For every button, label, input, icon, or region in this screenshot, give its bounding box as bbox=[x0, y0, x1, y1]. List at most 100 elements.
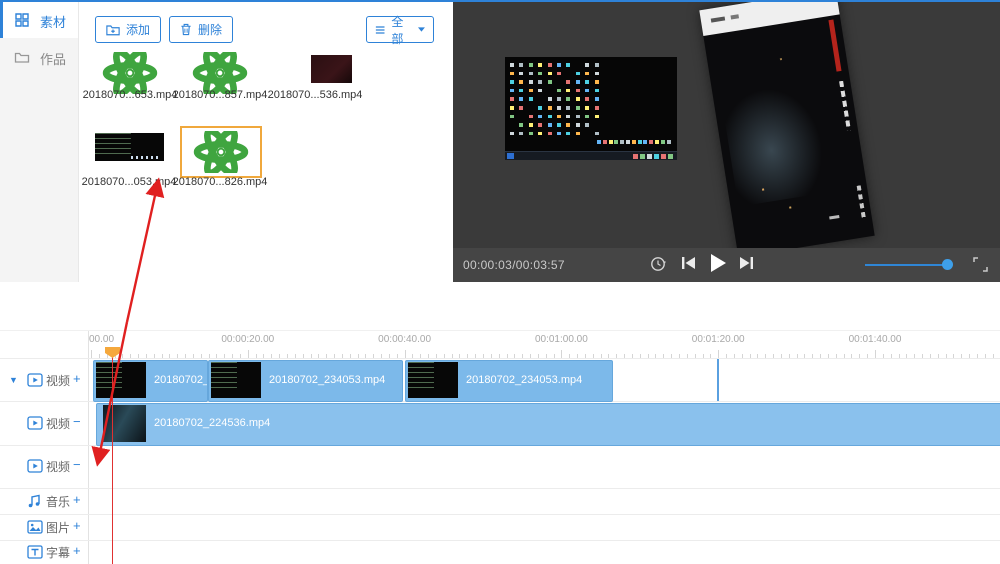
desktop-icon bbox=[547, 114, 552, 119]
track-header-divider bbox=[88, 331, 89, 564]
tray-icon bbox=[668, 153, 673, 159]
ruler-label: 00:01:20.00 bbox=[691, 334, 745, 345]
volume-slider-knob[interactable] bbox=[942, 259, 953, 270]
desktop-icon bbox=[585, 63, 590, 67]
add-track-icon[interactable]: + bbox=[73, 492, 81, 507]
desktop-icon bbox=[594, 106, 599, 110]
timeline-clip[interactable]: 20180702_234053.mp4 bbox=[208, 360, 403, 402]
ruler-label: 00.00 bbox=[89, 334, 115, 345]
add-track-icon[interactable]: + bbox=[73, 543, 81, 558]
trash-icon bbox=[181, 23, 191, 36]
preview-clip-rotated-frame[interactable] bbox=[699, 2, 875, 248]
desktop-icon bbox=[547, 80, 552, 84]
clip-thumbnail bbox=[103, 405, 146, 442]
ruler-label: 00:01:40.00 bbox=[848, 334, 902, 345]
desktop-icon bbox=[510, 88, 514, 93]
desktop-icon bbox=[566, 106, 571, 110]
clip-name: 20180702_224536.mp4 bbox=[154, 417, 271, 429]
desktop-icon bbox=[557, 97, 561, 101]
desktop-icon bbox=[557, 114, 561, 119]
desktop-icon bbox=[510, 114, 514, 119]
desktop-icon bbox=[528, 131, 533, 136]
desktop-icon bbox=[519, 123, 524, 127]
atom-logo bbox=[188, 48, 252, 98]
video-frame-dark bbox=[311, 55, 352, 83]
remove-track-icon[interactable]: − bbox=[73, 457, 81, 472]
desktop-icon bbox=[585, 88, 590, 93]
media-item-label: 2018070...857.mp4 bbox=[172, 89, 268, 101]
sidebar-item-label: 素材 bbox=[40, 15, 67, 30]
media-item[interactable] bbox=[307, 52, 356, 86]
desktop-icon bbox=[510, 131, 514, 136]
delete-media-button[interactable]: 删除 bbox=[169, 16, 234, 43]
loop-icon[interactable] bbox=[649, 255, 667, 278]
desktop-icon bbox=[608, 140, 613, 144]
desktop-icon bbox=[528, 63, 533, 67]
add-track-icon[interactable]: + bbox=[73, 371, 81, 386]
desktop-icon bbox=[594, 114, 599, 119]
desktop-screenshot bbox=[95, 133, 164, 161]
desktop-icon bbox=[585, 106, 590, 110]
track-label: 视频 bbox=[46, 374, 71, 388]
ruler-label: 00:01:00.00 bbox=[534, 334, 588, 345]
clip-thumbnail bbox=[96, 362, 146, 398]
timeline-section: 00.00 00:00:20.00 00:00:40.00 00:01:00.00 00… bbox=[0, 330, 1000, 564]
desktop-icon bbox=[538, 71, 543, 76]
desktop-icon bbox=[547, 123, 552, 127]
ruler-tick bbox=[718, 350, 720, 358]
active-tab-accent bbox=[0, 2, 3, 38]
sidebar-item-label: 作品 bbox=[40, 52, 67, 67]
timeline-clip[interactable]: 20180702_224536.mp4 bbox=[96, 403, 1000, 446]
desktop-icon bbox=[566, 131, 571, 136]
desktop-icon bbox=[510, 71, 514, 76]
light-dot bbox=[761, 188, 765, 191]
next-frame-icon[interactable] bbox=[739, 255, 754, 276]
thumb-taskbar-dots bbox=[131, 156, 161, 159]
desktop-icon bbox=[538, 106, 543, 110]
desktop-icon bbox=[538, 123, 543, 127]
timeline-clip[interactable]: 20180702_2 bbox=[93, 360, 208, 402]
sidebar-item-works[interactable]: 作品 bbox=[0, 39, 78, 75]
desktop-icon bbox=[626, 140, 630, 144]
media-filter-dropdown[interactable]: 全部 bbox=[366, 15, 434, 46]
desktop-icon bbox=[528, 123, 533, 127]
track-separator bbox=[0, 514, 1000, 515]
media-item[interactable] bbox=[91, 130, 168, 164]
collapse-caret-icon[interactable]: ▼ bbox=[9, 375, 18, 385]
desktop-icon bbox=[519, 63, 524, 67]
desktop-icon bbox=[557, 88, 561, 93]
desktop-icon bbox=[538, 88, 543, 93]
play-icon[interactable] bbox=[709, 253, 727, 278]
previous-frame-icon[interactable] bbox=[681, 255, 696, 276]
desktop-icon bbox=[538, 131, 543, 136]
tray-icon bbox=[647, 153, 652, 159]
track-label: 图片 bbox=[46, 521, 71, 535]
ruler-tick bbox=[561, 350, 563, 358]
grid-icon bbox=[15, 13, 29, 27]
desktop-icon bbox=[519, 88, 524, 93]
folder-icon bbox=[14, 52, 30, 63]
video-track-icon bbox=[27, 459, 43, 473]
desktop-icon bbox=[594, 80, 599, 84]
subtitle-track-icon bbox=[27, 545, 43, 559]
volume-slider-track[interactable] bbox=[865, 264, 951, 266]
sidebar-item-material[interactable]: 素材 bbox=[0, 2, 78, 38]
chevron-down-icon bbox=[418, 27, 425, 32]
media-item-label: 2018070...826.mp4 bbox=[172, 176, 268, 188]
image-track-icon bbox=[27, 520, 43, 534]
atom-logo-icon bbox=[102, 48, 158, 98]
media-library-panel: 添加 删除 全部 2018070...653.mp4 2018070...857.… bbox=[79, 2, 450, 283]
desktop-icon bbox=[660, 140, 665, 144]
track-label: 音乐 bbox=[46, 495, 71, 509]
remove-track-icon[interactable]: − bbox=[73, 414, 81, 429]
folder-plus-icon bbox=[106, 25, 120, 36]
add-media-button[interactable]: 添加 bbox=[95, 16, 162, 43]
desktop-icon bbox=[585, 71, 590, 76]
ruler-label: 00:00:20.00 bbox=[221, 334, 275, 345]
desktop-icon bbox=[557, 63, 561, 67]
media-item[interactable] bbox=[180, 126, 262, 178]
preview-panel: 00:00:03/00:03:57 bbox=[453, 2, 1000, 282]
timeline-clip[interactable]: 20180702_234053.mp4 bbox=[405, 360, 613, 402]
add-track-icon[interactable]: + bbox=[73, 518, 81, 533]
fullscreen-icon[interactable] bbox=[973, 257, 988, 277]
